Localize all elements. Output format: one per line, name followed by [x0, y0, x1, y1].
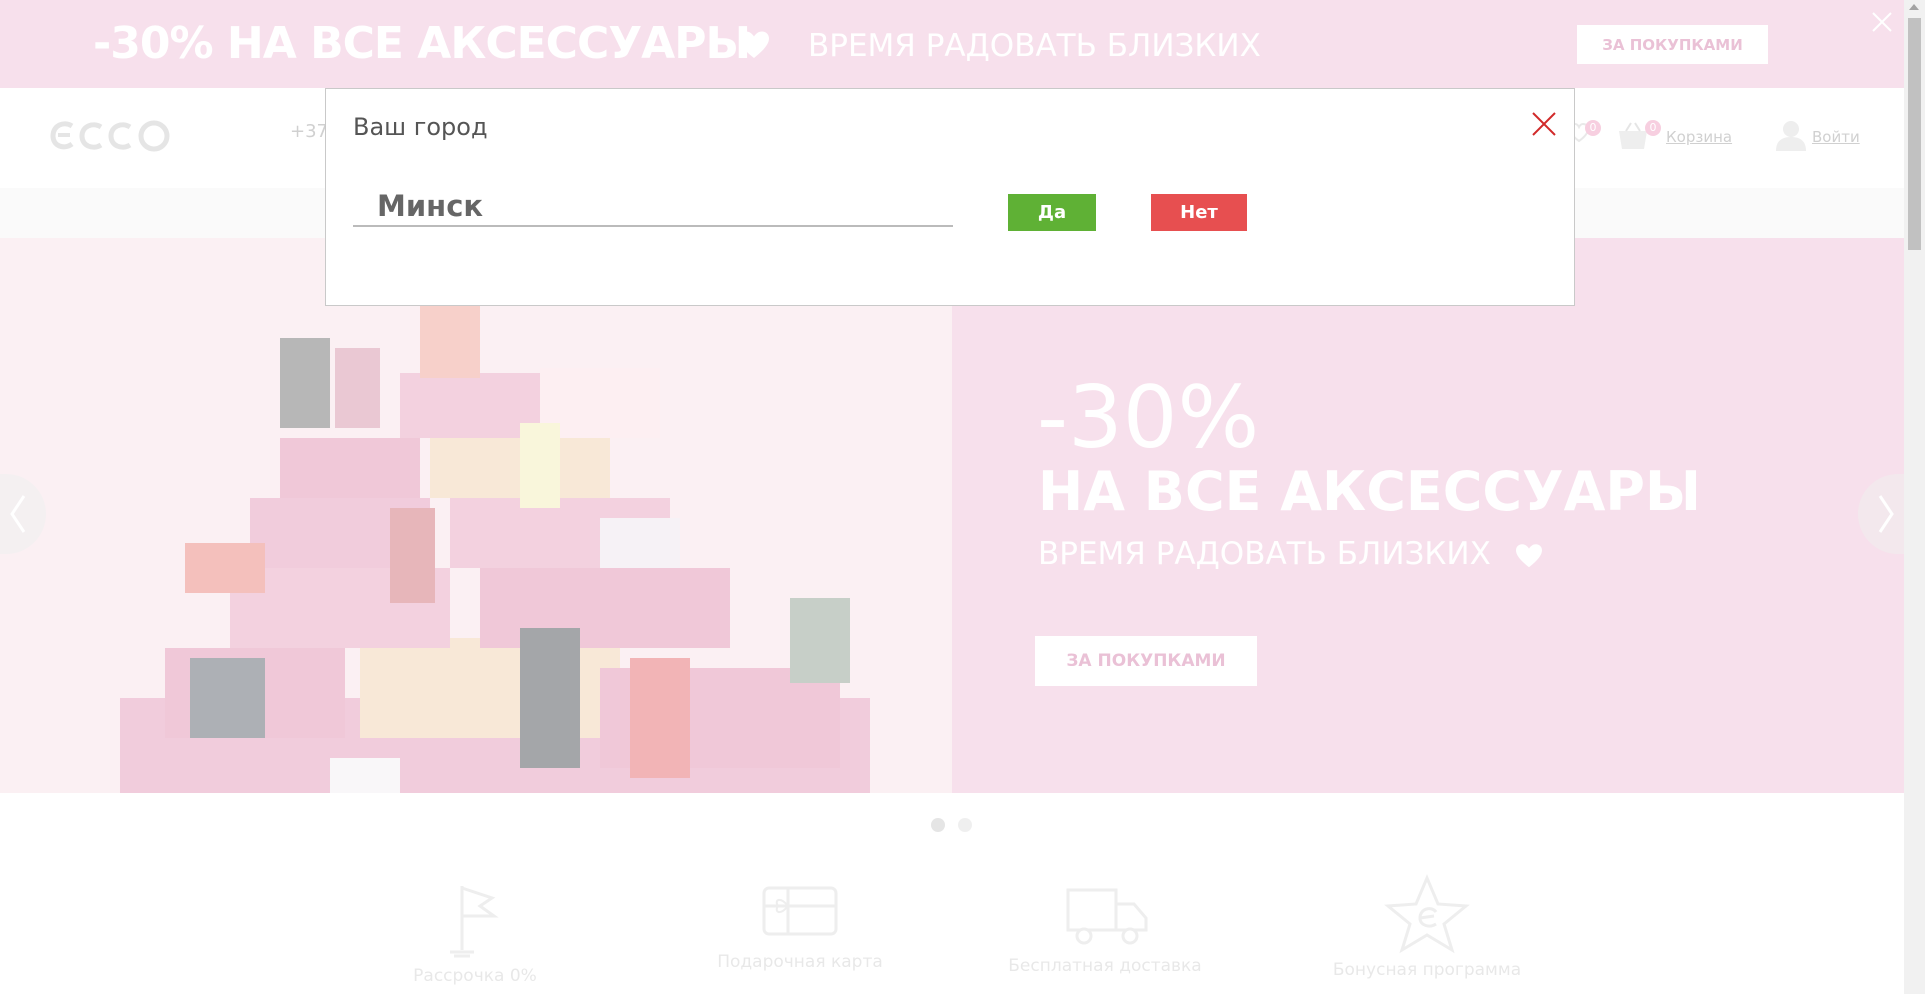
city-input[interactable] — [353, 187, 953, 227]
scroll-up-arrow-icon[interactable] — [1909, 4, 1919, 10]
scrollbar-thumb[interactable] — [1908, 18, 1921, 250]
page: -30% НА ВСЕ АКСЕССУАРЫ ВРЕМЯ РАДОВАТЬ БЛ… — [0, 0, 1904, 994]
close-icon[interactable] — [1531, 111, 1557, 137]
reject-city-button[interactable]: Нет — [1151, 194, 1247, 231]
confirm-city-button[interactable]: Да — [1008, 194, 1096, 231]
city-select-dialog: Ваш город Да Нет — [325, 88, 1575, 306]
dialog-title: Ваш город — [353, 113, 488, 141]
vertical-scrollbar[interactable] — [1904, 0, 1925, 994]
